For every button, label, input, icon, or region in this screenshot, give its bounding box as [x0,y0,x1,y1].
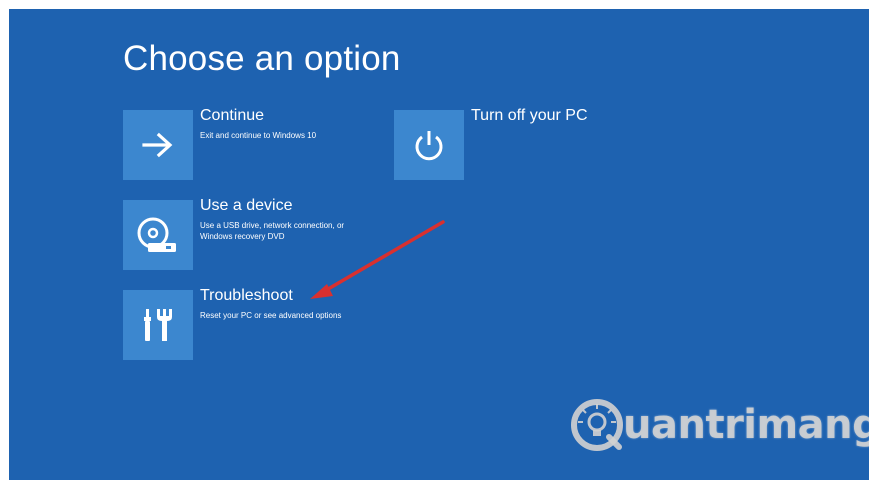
watermark: uantrimang [569,397,869,453]
recovery-screen: Choose an option Continue Exit and conti… [9,9,869,480]
lightbulb-q-logo [571,399,623,451]
watermark-text: uantrimang [623,402,869,448]
